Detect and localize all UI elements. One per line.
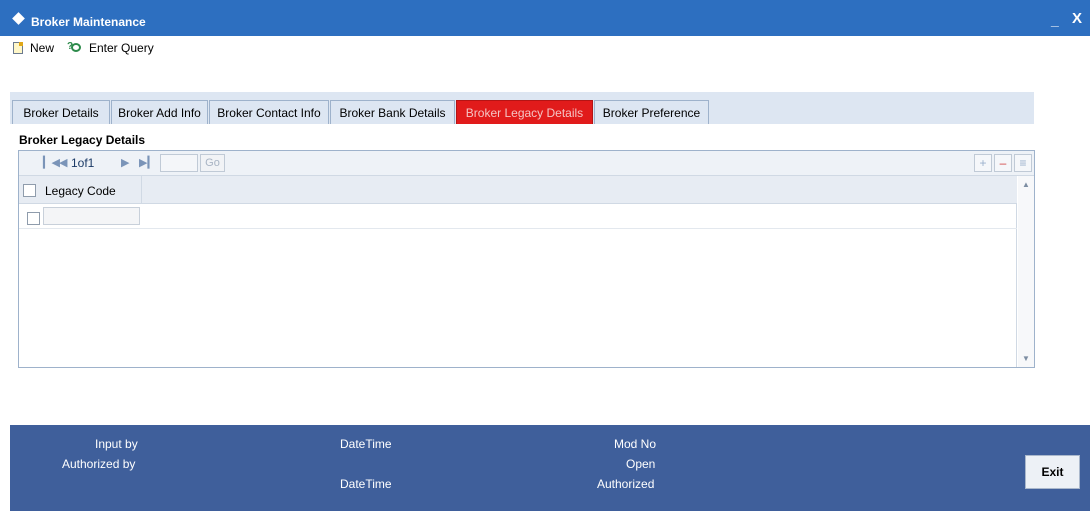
authorized-datetime-label: DateTime xyxy=(340,477,392,491)
grid-header: Legacy Code xyxy=(19,176,1017,204)
section-title: Broker Legacy Details xyxy=(19,133,146,147)
last-page-icon[interactable]: ▶▎ xyxy=(139,156,156,169)
next-page-icon[interactable]: ▶ xyxy=(121,156,129,169)
scroll-up-icon[interactable]: ▲ xyxy=(1022,180,1030,189)
vertical-scrollbar[interactable]: ▲ ▼ xyxy=(1018,176,1034,367)
new-document-icon xyxy=(13,42,23,54)
scroll-down-icon[interactable]: ▼ xyxy=(1022,354,1030,363)
input-by-label: Input by xyxy=(95,437,138,451)
new-button[interactable]: New xyxy=(13,40,54,56)
tab-strip: Broker Details Broker Add Info Broker Co… xyxy=(10,92,1034,124)
tab-broker-legacy-details[interactable]: Broker Legacy Details xyxy=(456,100,593,124)
column-divider xyxy=(141,176,142,204)
table-row xyxy=(19,204,1017,229)
page-number-input[interactable] xyxy=(160,154,198,172)
authorization-status: Authorized xyxy=(597,477,655,491)
window-title: Broker Maintenance xyxy=(31,15,146,29)
single-record-view-icon[interactable]: ≡ xyxy=(1014,154,1032,172)
input-datetime-label: DateTime xyxy=(340,437,392,451)
select-all-checkbox[interactable] xyxy=(23,184,36,197)
first-page-icon[interactable]: ▎◀ xyxy=(43,156,60,169)
enter-query-button-label: Enter Query xyxy=(89,41,154,55)
window-diamond-icon xyxy=(12,12,25,25)
grid-nav-bar: ▎◀ ◀ 1of1 ▶ ▶▎ Go + – ≡ xyxy=(19,151,1034,176)
legacy-details-grid: ▎◀ ◀ 1of1 ▶ ▶▎ Go + – ≡ Legacy Code ▲ ▼ xyxy=(18,150,1035,368)
column-header-legacy-code: Legacy Code xyxy=(45,184,116,198)
tab-broker-bank-details[interactable]: Broker Bank Details xyxy=(330,100,455,124)
tab-broker-add-info[interactable]: Broker Add Info xyxy=(111,100,208,124)
tab-broker-preference[interactable]: Broker Preference xyxy=(594,100,709,124)
go-button[interactable]: Go xyxy=(200,154,225,172)
row-checkbox[interactable] xyxy=(27,212,40,225)
minimize-icon[interactable]: _ xyxy=(1051,12,1059,28)
query-icon: ? xyxy=(67,42,83,54)
enter-query-button[interactable]: ? Enter Query xyxy=(67,40,154,56)
exit-button[interactable]: Exit xyxy=(1025,455,1080,489)
authorized-by-label: Authorized by xyxy=(62,457,136,471)
delete-row-icon[interactable]: – xyxy=(994,154,1012,172)
record-status-open: Open xyxy=(626,457,656,471)
prev-page-icon[interactable]: ◀ xyxy=(59,156,67,169)
toolbar: New ? Enter Query xyxy=(0,36,1090,58)
close-icon[interactable]: X xyxy=(1072,10,1082,27)
legacy-code-input[interactable] xyxy=(43,207,140,225)
audit-footer: Input by Authorized by DateTime DateTime… xyxy=(10,425,1090,511)
tab-broker-details[interactable]: Broker Details xyxy=(12,100,110,124)
mod-no-label: Mod No xyxy=(614,437,657,451)
grid-table: Legacy Code xyxy=(19,176,1017,367)
new-button-label: New xyxy=(30,41,55,55)
page-indicator: 1of1 xyxy=(71,156,95,170)
title-bar: Broker Maintenance _ X xyxy=(0,0,1090,36)
tab-broker-contact-info[interactable]: Broker Contact Info xyxy=(209,100,329,124)
add-row-icon[interactable]: + xyxy=(974,154,992,172)
